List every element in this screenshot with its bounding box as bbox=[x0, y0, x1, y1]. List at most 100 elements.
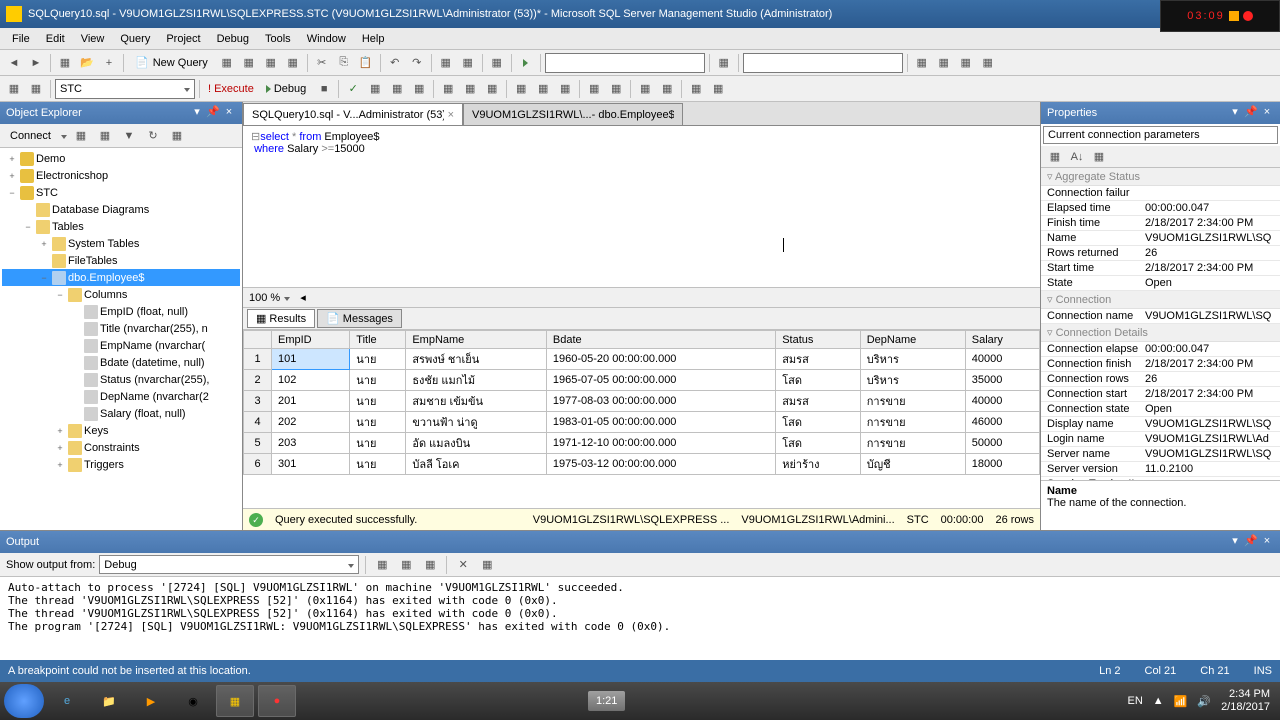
tree-node[interactable]: Status (nvarchar(255), bbox=[2, 371, 240, 388]
new-project-button[interactable]: ▦ bbox=[55, 53, 75, 73]
panel-pin-icon[interactable]: 📌 bbox=[1244, 535, 1258, 549]
chevron-down-icon[interactable] bbox=[284, 292, 290, 304]
tb-btn-8[interactable]: ▦ bbox=[714, 53, 734, 73]
open-button[interactable]: 📂 bbox=[77, 53, 97, 73]
property-row[interactable]: NameV9UOM1GLZSI1RWL\SQ bbox=[1041, 231, 1280, 246]
grid-header[interactable]: DepName bbox=[860, 331, 965, 349]
taskbar-explorer[interactable]: 📁 bbox=[90, 685, 128, 717]
property-row[interactable]: Server nameV9UOM1GLZSI1RWL\SQ bbox=[1041, 447, 1280, 462]
grid-row[interactable]: 2102นายธงชัย แมกไม้1965-07-05 00:00:00.0… bbox=[244, 370, 1040, 391]
prop-btn-3[interactable]: ▦ bbox=[1089, 147, 1109, 167]
property-category[interactable]: ▿ Connection bbox=[1041, 291, 1280, 309]
tb-btn-4[interactable]: ▦ bbox=[283, 53, 303, 73]
tree-node[interactable]: Database Diagrams bbox=[2, 201, 240, 218]
categorize-button[interactable]: ▦ bbox=[1045, 147, 1065, 167]
tab-close-icon[interactable]: × bbox=[448, 109, 454, 121]
tree-node[interactable]: DepName (nvarchar(2 bbox=[2, 388, 240, 405]
property-row[interactable]: Server version11.0.2100 bbox=[1041, 462, 1280, 477]
tb2-btn-3[interactable]: ▦ bbox=[365, 79, 385, 99]
tb-btn-7[interactable]: ▦ bbox=[487, 53, 507, 73]
connect-button[interactable]: Connect bbox=[4, 128, 57, 144]
property-row[interactable]: Finish time2/18/2017 2:34:00 PM bbox=[1041, 216, 1280, 231]
tb-btn-1[interactable]: ▦ bbox=[217, 53, 237, 73]
new-query-button[interactable]: 📄 New Query bbox=[128, 53, 215, 72]
output-btn-3[interactable]: ▦ bbox=[420, 555, 440, 575]
taskbar-media[interactable]: ▶ bbox=[132, 685, 170, 717]
taskbar-chrome[interactable]: ◉ bbox=[174, 685, 212, 717]
copy-button[interactable]: ⎘ bbox=[334, 53, 354, 73]
tb-btn-10[interactable]: ▦ bbox=[934, 53, 954, 73]
output-wrap-button[interactable]: ▦ bbox=[477, 555, 497, 575]
property-row[interactable]: Start time2/18/2017 2:34:00 PM bbox=[1041, 261, 1280, 276]
output-btn-2[interactable]: ▦ bbox=[396, 555, 416, 575]
forward-button[interactable]: ► bbox=[26, 53, 46, 73]
property-row[interactable]: Connection failur bbox=[1041, 186, 1280, 201]
taskbar-ie[interactable]: e bbox=[48, 685, 86, 717]
add-button[interactable]: + bbox=[99, 53, 119, 73]
parse-button[interactable]: ✓ bbox=[343, 79, 363, 99]
tree-node[interactable]: −STC bbox=[2, 184, 240, 201]
tb2-btn-15[interactable]: ▦ bbox=[657, 79, 677, 99]
menu-view[interactable]: View bbox=[73, 31, 113, 47]
tb2-btn-6[interactable]: ▦ bbox=[438, 79, 458, 99]
grid-header[interactable] bbox=[244, 331, 272, 349]
results-grid[interactable]: EmpIDTitleEmpNameBdateStatusDepNameSalar… bbox=[243, 330, 1040, 475]
tree-node[interactable]: +System Tables bbox=[2, 235, 240, 252]
tb2-btn-9[interactable]: ▦ bbox=[511, 79, 531, 99]
tb2-btn-16[interactable]: ▦ bbox=[686, 79, 706, 99]
panel-close-icon[interactable]: × bbox=[1260, 535, 1274, 549]
tb2-btn-4[interactable]: ▦ bbox=[387, 79, 407, 99]
sql-editor[interactable]: ⊟select * from Employee$ where Salary >=… bbox=[243, 126, 1040, 288]
tree-node[interactable]: −Tables bbox=[2, 218, 240, 235]
property-category[interactable]: ▿ Connection Details bbox=[1041, 324, 1280, 342]
document-tab[interactable]: V9UOM1GLZSI1RWL\...- dbo.Employee$ bbox=[463, 103, 683, 125]
menu-edit[interactable]: Edit bbox=[38, 31, 73, 47]
tb2-btn-8[interactable]: ▦ bbox=[482, 79, 502, 99]
oe-btn-2[interactable]: ▦ bbox=[95, 126, 115, 146]
property-row[interactable]: StateOpen bbox=[1041, 276, 1280, 291]
oe-btn-3[interactable]: ▦ bbox=[167, 126, 187, 146]
start-button[interactable] bbox=[4, 684, 44, 718]
solution-platforms-combo[interactable] bbox=[743, 53, 903, 73]
tray-network-icon[interactable]: 📶 bbox=[1174, 695, 1188, 708]
tree-node[interactable]: +Keys bbox=[2, 422, 240, 439]
undo-button[interactable]: ↶ bbox=[385, 53, 405, 73]
property-row[interactable]: Elapsed time00:00:00.047 bbox=[1041, 201, 1280, 216]
grid-header[interactable]: Title bbox=[350, 331, 406, 349]
tree-node[interactable]: Salary (float, null) bbox=[2, 405, 240, 422]
grid-row[interactable]: 6301นายบัลลี โอเค1975-03-12 00:00:00.000… bbox=[244, 454, 1040, 475]
tb-btn-6[interactable]: ▦ bbox=[458, 53, 478, 73]
menu-project[interactable]: Project bbox=[158, 31, 208, 47]
menu-help[interactable]: Help bbox=[354, 31, 393, 47]
stop-button[interactable]: ■ bbox=[314, 79, 334, 99]
taskbar-recorder[interactable]: ● bbox=[258, 685, 296, 717]
panel-dropdown-icon[interactable]: ▾ bbox=[1228, 106, 1242, 120]
document-tab[interactable]: SQLQuery10.sql - V...Administrator (53))… bbox=[243, 103, 463, 125]
database-combo[interactable]: STC bbox=[55, 79, 195, 99]
tree-node[interactable]: EmpName (nvarchar( bbox=[2, 337, 240, 354]
grid-row[interactable]: 5203นายอัด แมลงบิน1971-12-10 00:00:00.00… bbox=[244, 433, 1040, 454]
property-row[interactable]: Connection elapse00:00:00.047 bbox=[1041, 342, 1280, 357]
oe-refresh-button[interactable]: ↻ bbox=[143, 126, 163, 146]
continue-button[interactable] bbox=[516, 53, 536, 73]
menu-window[interactable]: Window bbox=[299, 31, 354, 47]
menu-debug[interactable]: Debug bbox=[209, 31, 257, 47]
taskbar-clock-widget[interactable]: 1:21 bbox=[588, 691, 625, 711]
tb-btn-5[interactable]: ▦ bbox=[436, 53, 456, 73]
tb2-btn-11[interactable]: ▦ bbox=[555, 79, 575, 99]
panel-pin-icon[interactable]: 📌 bbox=[206, 106, 220, 120]
tb-btn-2[interactable]: ▦ bbox=[239, 53, 259, 73]
output-clear-button[interactable]: ✕ bbox=[453, 555, 473, 575]
properties-object-combo[interactable]: Current connection parameters bbox=[1043, 126, 1278, 144]
grid-header[interactable]: EmpName bbox=[406, 331, 547, 349]
property-row[interactable]: Connection finish2/18/2017 2:34:00 PM bbox=[1041, 357, 1280, 372]
tb2-btn-14[interactable]: ▦ bbox=[635, 79, 655, 99]
grid-header[interactable]: Status bbox=[776, 331, 861, 349]
tb2-btn-2[interactable]: ▦ bbox=[26, 79, 46, 99]
property-row[interactable]: Rows returned26 bbox=[1041, 246, 1280, 261]
panel-close-icon[interactable]: × bbox=[1260, 106, 1274, 120]
messages-tab[interactable]: 📄 Messages bbox=[317, 309, 402, 328]
cut-button[interactable]: ✂ bbox=[312, 53, 332, 73]
tb2-btn-5[interactable]: ▦ bbox=[409, 79, 429, 99]
tb-btn-3[interactable]: ▦ bbox=[261, 53, 281, 73]
